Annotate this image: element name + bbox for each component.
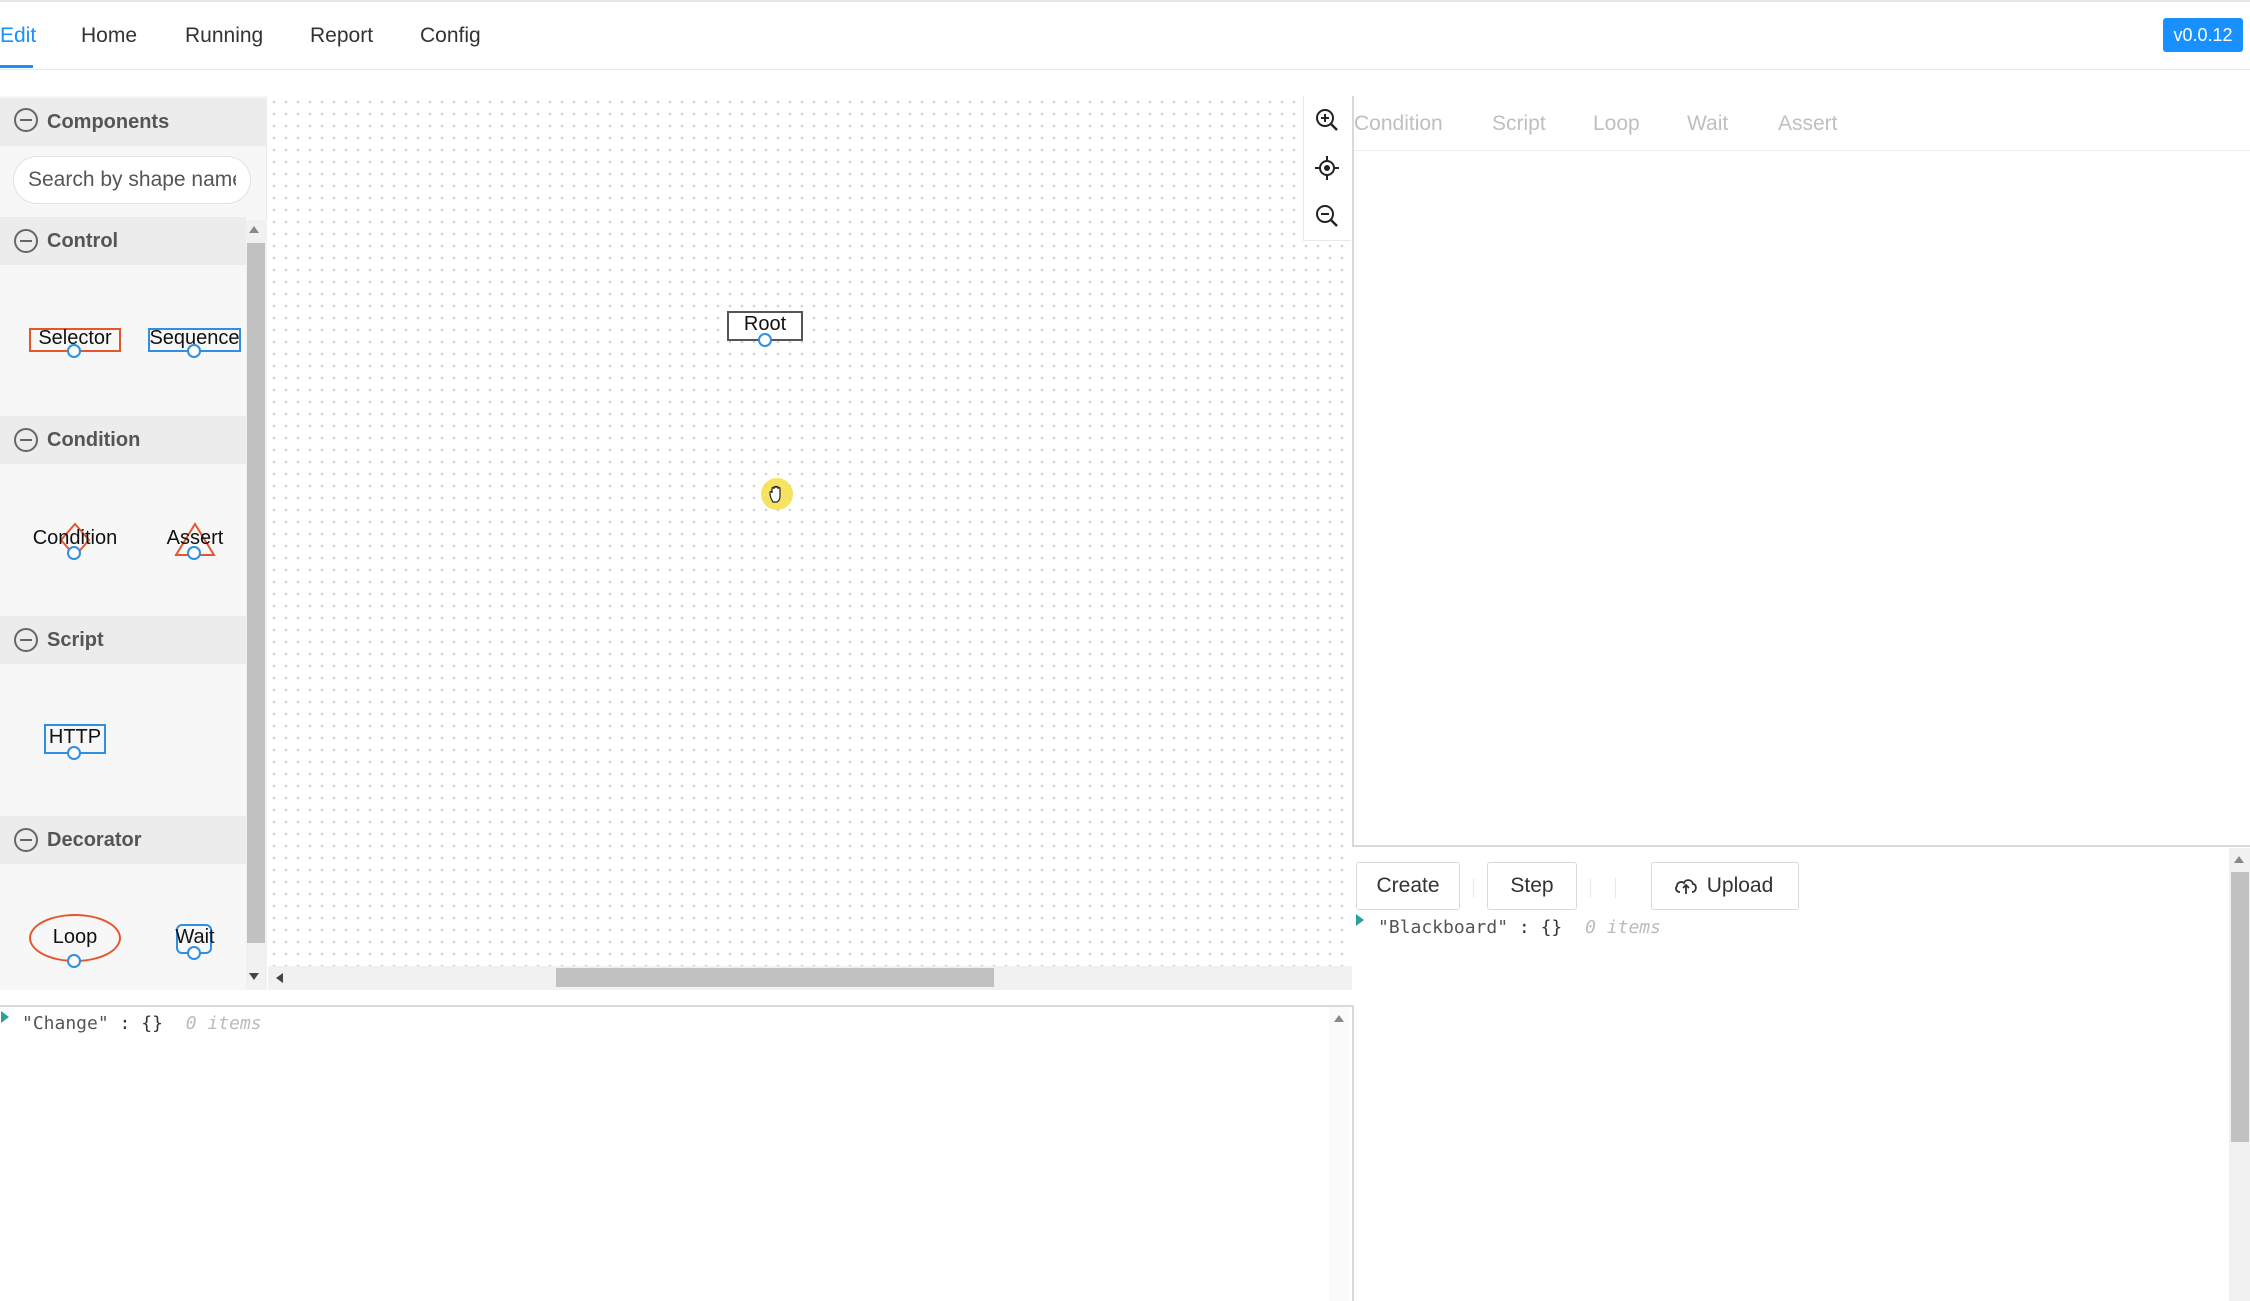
hand-cursor-icon <box>769 485 781 503</box>
collapse-icon[interactable] <box>14 628 38 652</box>
zoom-out-icon[interactable] <box>1303 192 1351 240</box>
scroll-up-icon[interactable] <box>249 226 259 233</box>
properties-panel <box>1352 96 2250 846</box>
json-count: 0 items <box>185 1013 262 1034</box>
tab-condition[interactable]: Condition <box>1354 112 1443 136</box>
json-key: "Blackboard" <box>1378 917 1509 938</box>
cloud-upload-icon <box>1675 879 1697 894</box>
scroll-up-icon[interactable] <box>2234 856 2244 863</box>
collapse-icon[interactable] <box>14 108 38 132</box>
divider <box>1590 878 1591 898</box>
change-json: "Change" : {} 0 items <box>22 1013 262 1034</box>
group-title-control: Control <box>47 230 119 252</box>
active-tab-indicator <box>0 65 33 68</box>
panel-divider[interactable] <box>0 1005 1352 1007</box>
json-count: 0 items <box>1585 917 1661 938</box>
panel-divider[interactable] <box>1352 845 2250 847</box>
divider <box>1473 878 1474 898</box>
json-key: "Change" <box>22 1013 109 1034</box>
tab-config[interactable]: Config <box>420 0 481 70</box>
upload-button-label: Upload <box>1706 874 1774 897</box>
port-dot <box>187 946 201 960</box>
port-dot[interactable] <box>758 333 772 347</box>
step-button[interactable]: Step <box>1487 862 1577 910</box>
panel-divider <box>1352 1005 1354 1301</box>
tabs-divider <box>1354 150 2250 151</box>
shape-search-input[interactable] <box>13 156 251 204</box>
collapse-icon[interactable] <box>14 428 38 452</box>
version-badge: v0.0.12 <box>2163 18 2243 52</box>
tab-script[interactable]: Script <box>1492 112 1546 136</box>
port-dot <box>187 546 201 560</box>
json-value: {} <box>141 1013 163 1034</box>
tab-assert[interactable]: Assert <box>1778 112 1838 136</box>
scroll-down-icon[interactable] <box>249 973 259 980</box>
group-title-condition: Condition <box>47 429 141 451</box>
expand-caret-icon[interactable] <box>1 1011 9 1023</box>
tab-report[interactable]: Report <box>310 0 373 70</box>
json-separator: : <box>1518 917 1541 938</box>
change-scrollbar[interactable] <box>1329 1007 1350 1301</box>
divider <box>1615 878 1616 898</box>
port-dot <box>67 546 81 560</box>
locate-icon[interactable] <box>1303 144 1351 192</box>
scrollbar-thumb[interactable] <box>556 968 994 987</box>
json-value: {} <box>1540 917 1563 938</box>
blackboard-json: "Blackboard" : {} 0 items <box>1378 917 1661 938</box>
scroll-left-icon[interactable] <box>276 973 283 983</box>
collapse-icon[interactable] <box>14 229 38 253</box>
create-button[interactable]: Create <box>1356 862 1460 910</box>
port-dot <box>187 344 201 358</box>
tab-wait[interactable]: Wait <box>1687 112 1728 136</box>
collapse-icon[interactable] <box>14 828 38 852</box>
port-dot <box>67 344 81 358</box>
zoom-in-icon[interactable] <box>1303 96 1351 144</box>
tab-running[interactable]: Running <box>185 0 263 70</box>
components-title: Components <box>47 111 170 133</box>
shape-loop-label: Loop <box>52 926 98 948</box>
group-title-script: Script <box>47 629 104 651</box>
group-title-decorator: Decorator <box>47 829 142 851</box>
json-separator: : <box>119 1013 142 1034</box>
tab-home[interactable]: Home <box>81 0 137 70</box>
tab-edit[interactable]: Edit <box>0 0 36 70</box>
tab-loop[interactable]: Loop <box>1593 112 1640 136</box>
scrollbar-thumb[interactable] <box>2231 872 2249 1142</box>
scroll-up-icon[interactable] <box>1334 1015 1344 1022</box>
graph-canvas[interactable] <box>268 96 1352 968</box>
scrollbar-thumb[interactable] <box>247 243 265 943</box>
expand-caret-icon[interactable] <box>1356 914 1364 926</box>
port-dot <box>67 746 81 760</box>
port-dot <box>67 954 81 968</box>
